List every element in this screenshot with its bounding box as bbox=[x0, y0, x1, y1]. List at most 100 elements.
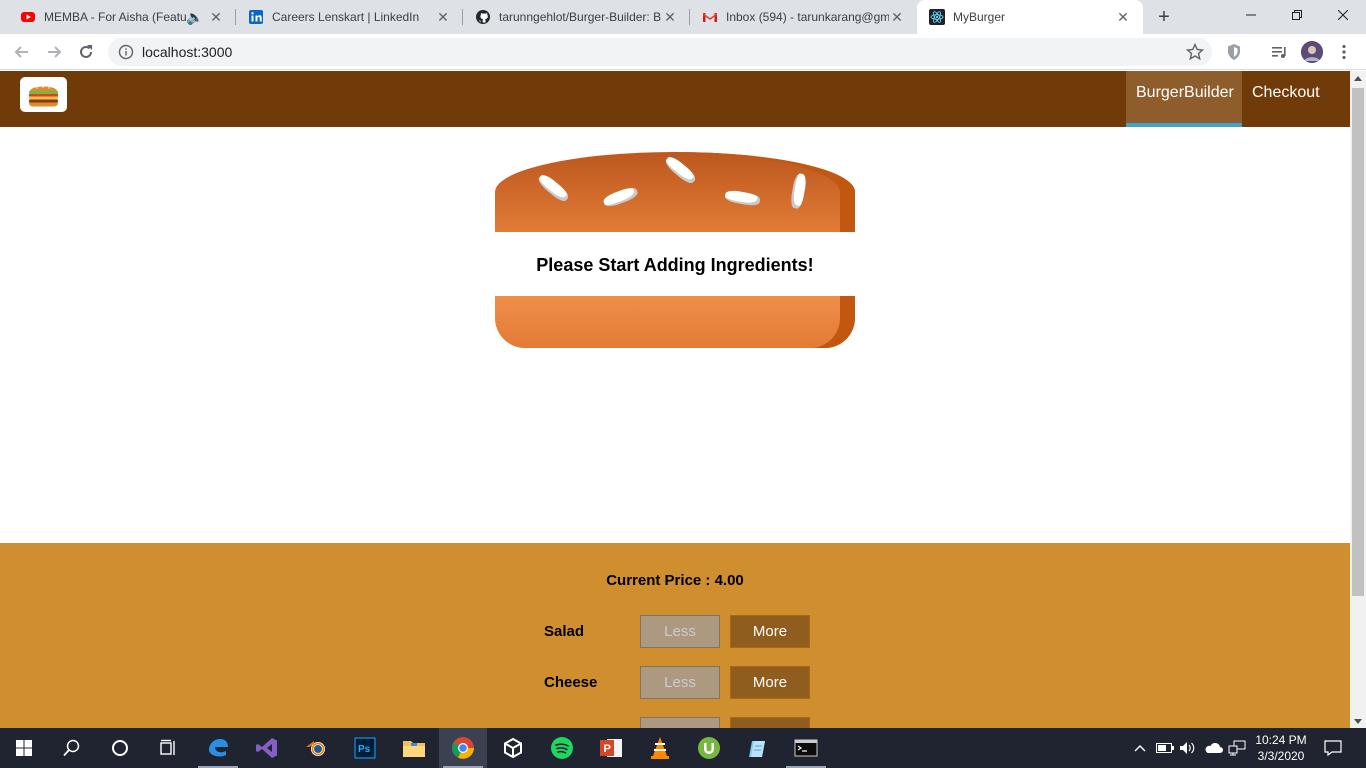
new-tab-button[interactable]: + bbox=[1152, 5, 1176, 29]
seed bbox=[602, 185, 639, 209]
nav-checkout[interactable]: Checkout bbox=[1242, 71, 1340, 127]
seed bbox=[663, 154, 698, 186]
extension-shield-button[interactable] bbox=[1224, 42, 1244, 62]
onedrive-button[interactable] bbox=[1202, 728, 1224, 768]
build-controls: Current Price : 4.00 Salad Less More Che… bbox=[0, 543, 1350, 728]
reload-icon bbox=[80, 45, 92, 58]
network-button[interactable] bbox=[1226, 728, 1248, 768]
ingredient-label: Salad bbox=[544, 623, 585, 640]
gmail-icon bbox=[703, 13, 717, 22]
clock-time: 10:24 PM bbox=[1255, 733, 1307, 747]
vlc-icon bbox=[651, 737, 669, 759]
less-cheese-button[interactable]: Less bbox=[640, 666, 720, 699]
taskbar-terminal[interactable] bbox=[782, 728, 830, 768]
speaker-icon bbox=[1180, 742, 1195, 754]
more-cheese-button[interactable]: More bbox=[730, 666, 810, 699]
reload-button[interactable] bbox=[74, 40, 98, 64]
browser-tab[interactable]: Careers Lenskart | LinkedIn ✕ bbox=[236, 0, 463, 34]
action-center-button[interactable] bbox=[1318, 728, 1348, 768]
app-toolbar: BurgerBuilder Checkout bbox=[0, 71, 1350, 127]
page-scrollbar[interactable] bbox=[1350, 71, 1366, 728]
info-icon[interactable] bbox=[118, 44, 134, 60]
forward-button[interactable] bbox=[42, 40, 66, 64]
more-button-partial[interactable] bbox=[730, 717, 810, 728]
taskbar-vlc[interactable] bbox=[636, 728, 684, 768]
tab-title: Inbox (594) - tarunkarang@gm bbox=[726, 10, 889, 24]
media-control-button[interactable] bbox=[1270, 42, 1290, 62]
tab-title: MyBurger bbox=[953, 10, 1006, 24]
search-button[interactable] bbox=[48, 728, 96, 768]
star-icon[interactable] bbox=[1186, 43, 1204, 61]
build-control-next bbox=[530, 717, 830, 728]
taskbar-utorrent[interactable] bbox=[685, 728, 733, 768]
spotify-icon bbox=[551, 737, 573, 759]
browser-tab[interactable]: Inbox (594) - tarunkarang@gm ✕ bbox=[690, 0, 917, 34]
minimize-icon bbox=[1246, 14, 1256, 16]
close-icon[interactable]: ✕ bbox=[435, 9, 451, 25]
close-icon[interactable]: ✕ bbox=[662, 9, 678, 25]
less-button-partial[interactable] bbox=[640, 717, 720, 728]
url-text: localhost:3000 bbox=[142, 44, 233, 60]
more-salad-button[interactable]: More bbox=[730, 615, 810, 648]
network-icon bbox=[1228, 740, 1246, 756]
react-icon bbox=[929, 9, 945, 25]
taskbar-file-explorer[interactable] bbox=[390, 728, 438, 768]
browser-tab[interactable]: tarunngehlot/Burger-Builder: B ✕ bbox=[463, 0, 690, 34]
system-clock[interactable]: 10:24 PM 3/3/2020 bbox=[1250, 732, 1312, 764]
seed bbox=[536, 172, 571, 204]
battery-button[interactable] bbox=[1155, 728, 1175, 768]
restore-button[interactable] bbox=[1274, 0, 1320, 30]
taskbar-visual-studio[interactable] bbox=[243, 728, 291, 768]
task-view-button[interactable] bbox=[144, 728, 192, 768]
taskbar-unity[interactable] bbox=[489, 728, 537, 768]
taskbar-chrome[interactable] bbox=[439, 728, 487, 768]
browser-tab[interactable]: MEMBA - For Aisha (Featu 🔈 ✕ bbox=[0, 0, 236, 34]
profile-avatar[interactable] bbox=[1301, 41, 1323, 63]
browser-tab-active[interactable]: MyBurger ✕ bbox=[917, 0, 1143, 34]
battery-icon bbox=[1156, 743, 1174, 753]
scroll-up-arrow-icon[interactable] bbox=[1354, 76, 1362, 81]
close-window-button[interactable] bbox=[1320, 0, 1366, 30]
burger-logo[interactable] bbox=[20, 77, 67, 112]
shield-icon bbox=[1228, 44, 1240, 60]
forward-arrow-icon bbox=[48, 46, 62, 58]
unity-icon bbox=[504, 737, 522, 759]
start-button[interactable] bbox=[0, 728, 48, 768]
burger-logo-icon bbox=[29, 86, 58, 107]
close-icon bbox=[1338, 10, 1348, 20]
back-button[interactable] bbox=[10, 40, 34, 64]
address-bar[interactable]: localhost:3000 bbox=[108, 38, 1212, 66]
scrollbar-thumb[interactable] bbox=[1352, 88, 1364, 596]
close-icon[interactable]: ✕ bbox=[208, 9, 224, 25]
tray-overflow-button[interactable] bbox=[1130, 728, 1150, 768]
taskbar-blender[interactable] bbox=[292, 728, 340, 768]
cortana-button[interactable] bbox=[96, 728, 144, 768]
taskbar-spotify[interactable] bbox=[538, 728, 586, 768]
windows-taskbar: Ps P 10:24 PM 3/3/2020 bbox=[0, 728, 1366, 768]
volume-button[interactable] bbox=[1178, 728, 1198, 768]
back-arrow-icon bbox=[14, 46, 28, 58]
taskbar-notepad[interactable] bbox=[734, 728, 782, 768]
avatar-icon bbox=[1301, 41, 1323, 63]
folder-icon bbox=[403, 741, 425, 757]
clock-date: 3/3/2020 bbox=[1257, 749, 1305, 763]
linkedin-icon bbox=[249, 10, 263, 24]
svg-text:P: P bbox=[604, 743, 611, 755]
nav-burger-builder[interactable]: BurgerBuilder bbox=[1126, 71, 1242, 127]
taskbar-photoshop[interactable]: Ps bbox=[341, 728, 389, 768]
scroll-down-arrow-icon[interactable] bbox=[1354, 719, 1362, 724]
seed bbox=[724, 189, 761, 207]
taskbar-edge[interactable] bbox=[194, 728, 242, 768]
browser-menu-button[interactable] bbox=[1334, 42, 1354, 62]
powerpoint-icon: P bbox=[600, 739, 622, 757]
taskbar-powerpoint[interactable]: P bbox=[587, 728, 635, 768]
close-icon[interactable]: ✕ bbox=[889, 9, 905, 25]
less-salad-button[interactable]: Less bbox=[640, 615, 720, 648]
terminal-icon bbox=[794, 739, 818, 757]
ingredient-label: Cheese bbox=[544, 674, 598, 691]
speaker-icon[interactable]: 🔈 bbox=[186, 9, 203, 25]
close-icon[interactable]: ✕ bbox=[1115, 9, 1131, 25]
browser-toolbar: localhost:3000 bbox=[0, 34, 1366, 70]
empty-burger-message: Please Start Adding Ingredients! bbox=[536, 255, 814, 275]
minimize-button[interactable] bbox=[1228, 0, 1274, 30]
